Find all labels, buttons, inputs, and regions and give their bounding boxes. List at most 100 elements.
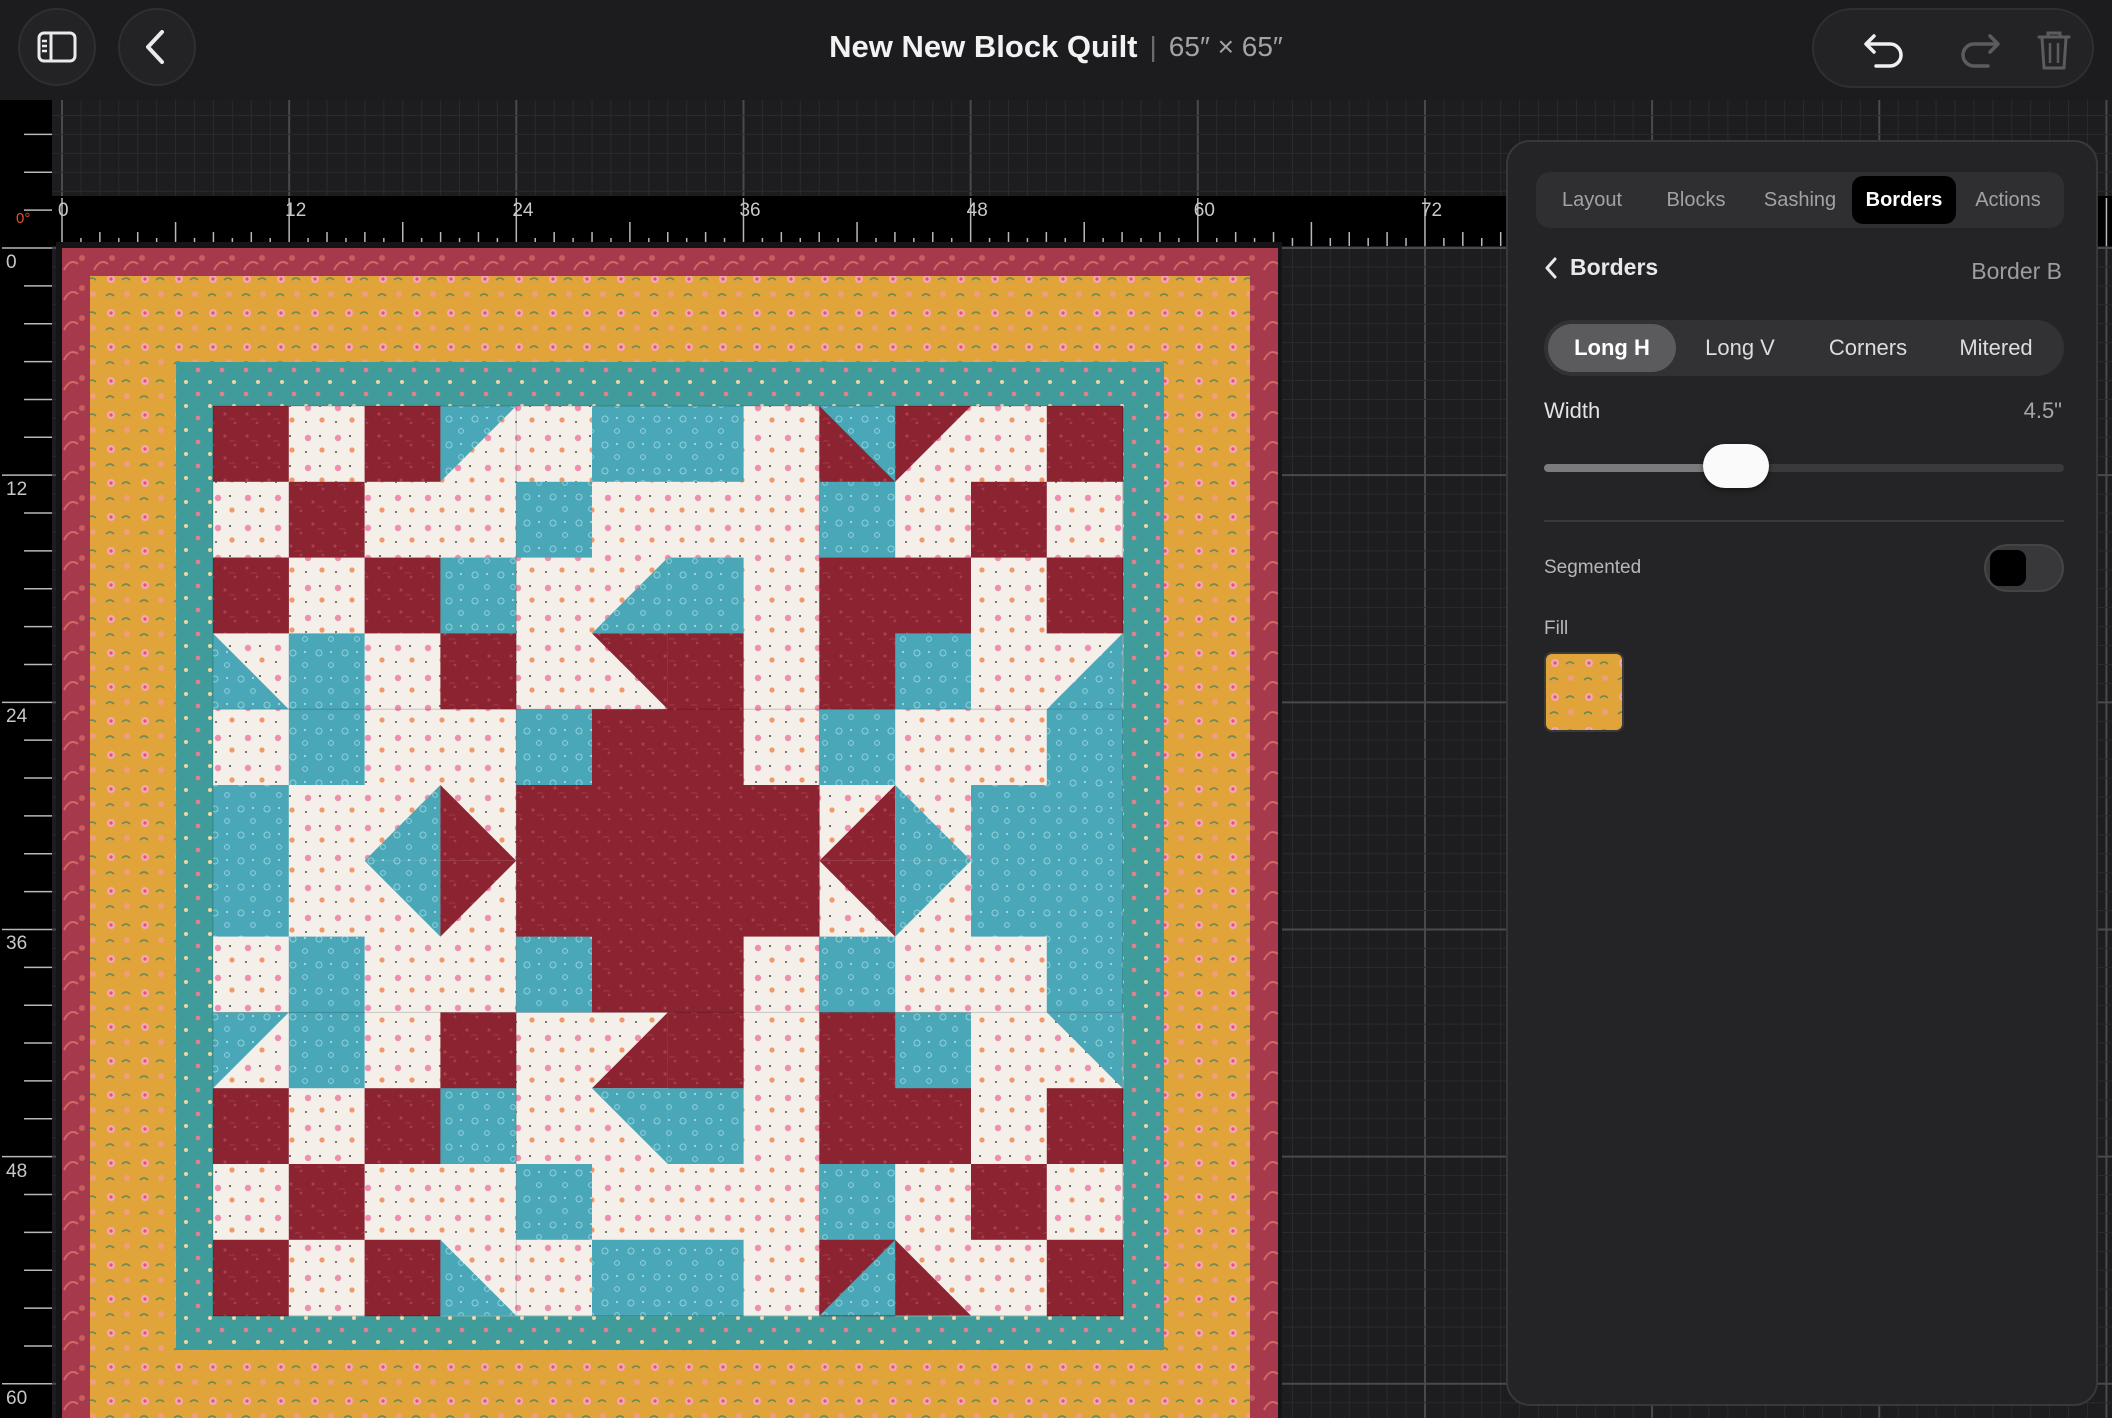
quilt-patch — [288, 406, 366, 483]
segment-corners[interactable]: Corners — [1804, 324, 1932, 372]
quilt-patch — [288, 633, 366, 710]
quilt-patch — [819, 936, 896, 1013]
quilt-patch — [516, 406, 593, 483]
quilt-patch — [667, 936, 745, 1013]
delete-button[interactable] — [2026, 22, 2082, 78]
quilt-patch — [288, 785, 366, 862]
tab-blocks[interactable]: Blocks — [1644, 176, 1748, 224]
segment-long-v[interactable]: Long V — [1676, 324, 1804, 372]
segmented-toggle-knob — [1990, 550, 2026, 586]
segmented-toggle[interactable] — [1984, 544, 2064, 592]
quilt-patch — [592, 1164, 669, 1241]
quilt-patch — [440, 1088, 517, 1165]
quilt-patch — [364, 557, 441, 634]
tab-sashing[interactable]: Sashing — [1748, 176, 1852, 224]
quilt-patch — [667, 860, 745, 938]
width-slider[interactable] — [1544, 464, 2064, 472]
quilt-patch — [895, 936, 972, 1013]
fill-label: Fill — [1544, 618, 1569, 639]
tab-borders[interactable]: Borders — [1852, 176, 1956, 224]
quilt-patch — [516, 481, 593, 559]
ruler-label-top: 12 — [285, 200, 307, 221]
quilt-patch — [213, 481, 290, 559]
quilt-patch — [743, 1088, 820, 1165]
quilt-patch — [516, 1012, 593, 1089]
quilt-patch — [213, 1164, 290, 1241]
borders-back-link[interactable]: Borders — [1544, 254, 1658, 281]
quilt-patch — [667, 1164, 745, 1241]
undo-button[interactable] — [1856, 22, 1912, 78]
quilt-patch — [1046, 709, 1124, 786]
quilt-patch — [895, 633, 972, 710]
quilt-patch — [440, 709, 517, 786]
quilt-patch — [288, 1012, 366, 1089]
quilt-title[interactable]: New New Block Quilt — [829, 29, 1137, 65]
quilt-patch — [743, 936, 820, 1013]
quilt-patch — [516, 1239, 593, 1317]
ruler-label-left: 48 — [6, 1160, 28, 1182]
quilt-patch — [971, 406, 1048, 483]
width-value: 4.5" — [2023, 398, 2062, 423]
quilt-patch — [516, 1164, 593, 1241]
tab-actions[interactable]: Actions — [1956, 176, 2060, 224]
ruler-label-top: 0 — [58, 200, 69, 221]
tab-layout[interactable]: Layout — [1540, 176, 1644, 224]
trash-icon — [2037, 31, 2071, 70]
quilt-patch — [1046, 785, 1124, 862]
redo-button[interactable] — [1952, 22, 2008, 78]
width-slider-thumb[interactable] — [1703, 444, 1770, 488]
quilt-patch — [819, 1012, 896, 1089]
quilt-patch — [516, 709, 593, 786]
quilt-patch — [440, 1164, 517, 1241]
panel-divider — [1544, 520, 2064, 522]
quilt-patch — [971, 1012, 1048, 1089]
quilt-patch — [667, 1239, 745, 1317]
redo-icon — [1961, 34, 2000, 68]
quilt-patch — [592, 936, 669, 1013]
back-button[interactable] — [118, 8, 196, 86]
quilt-patch — [743, 633, 820, 710]
quilt-patch — [1046, 1164, 1124, 1241]
ruler-label-top: 36 — [739, 200, 761, 221]
quilt-patch — [288, 1239, 366, 1317]
quilt-patch — [667, 785, 745, 862]
quilt-patch — [592, 1239, 669, 1317]
quilt-patch — [516, 1088, 593, 1165]
quilt-patch — [288, 709, 366, 786]
history-actions — [1812, 8, 2094, 88]
segmented-label: Segmented — [1544, 557, 1642, 578]
quilt-patch — [971, 1164, 1048, 1241]
quilt-patch — [819, 709, 896, 786]
segment-mitered[interactable]: Mitered — [1932, 324, 2060, 372]
quilt-size: 65″ × 65″ — [1168, 31, 1283, 62]
quilt-patch — [667, 709, 745, 786]
ruler-label-left: 12 — [6, 479, 28, 501]
quilt-patch — [743, 860, 820, 938]
chevron-left-icon — [146, 30, 164, 64]
quilt-patch — [819, 481, 896, 559]
quilt-patch — [971, 1239, 1048, 1317]
quilt-patch — [971, 860, 1048, 938]
quilt-patch — [213, 936, 290, 1013]
quilt-patch — [1046, 1239, 1124, 1317]
ruler-label-left: 36 — [6, 933, 28, 955]
quilt-patch — [288, 1088, 366, 1165]
sidebar-toggle-button[interactable] — [18, 8, 96, 86]
quilt-patch — [971, 936, 1048, 1013]
quilt-patch — [895, 1088, 972, 1165]
quilt-patch — [364, 1164, 441, 1241]
quilt-patch — [1046, 936, 1124, 1013]
quilt-patch — [667, 406, 745, 483]
quilt-patch — [819, 1164, 896, 1241]
quilt-patch — [743, 785, 820, 862]
quilt-patch — [364, 709, 441, 786]
quilt-patch — [364, 481, 441, 559]
quilt-patch — [819, 557, 896, 634]
ruler-label-top: 48 — [966, 200, 988, 221]
segment-long-h[interactable]: Long H — [1548, 324, 1676, 372]
quilt-patch — [743, 1012, 820, 1089]
quilt-patch — [516, 785, 593, 862]
fill-swatch[interactable] — [1544, 652, 1624, 732]
quilt-patch — [895, 481, 972, 559]
quilt-patch — [592, 709, 669, 786]
